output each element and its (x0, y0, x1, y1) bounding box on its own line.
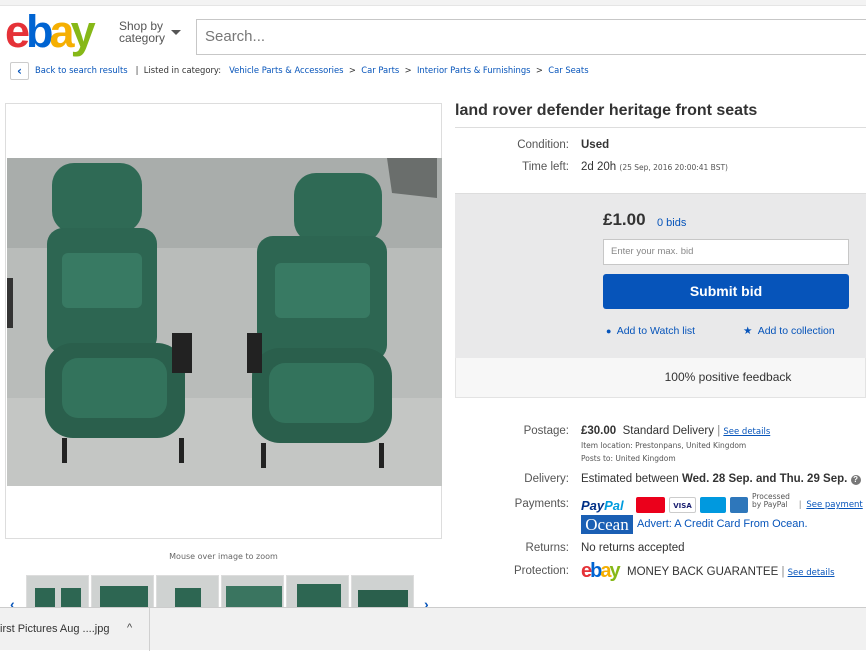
payments-label: Payments: (514, 498, 569, 510)
ebay-logo[interactable]: ebay (5, 9, 96, 54)
ocean-logo[interactable]: Ocean (581, 515, 633, 534)
submit-bid-button[interactable]: Submit bid (603, 274, 849, 309)
back-to-search-link[interactable]: Back to search results (35, 65, 128, 75)
processed-by-paypal: Processed by PayPal (752, 492, 790, 509)
amex-icon (730, 497, 748, 513)
postage-value: £30.00 Standard Delivery | See details (581, 425, 771, 437)
thumbnail[interactable] (221, 575, 284, 607)
breadcrumb-separator: > (404, 65, 412, 75)
listed-in-label: Listed in category: (143, 65, 222, 75)
seller-feedback: 100% positive feedback (664, 370, 792, 384)
protection-label: Protection: (514, 565, 569, 577)
breadcrumb-divider: | (135, 65, 139, 75)
posts-to: Posts to: United Kingdom (581, 454, 676, 463)
search-input[interactable]: Search... (196, 19, 866, 55)
condition-label: Condition: (517, 139, 569, 151)
returns-label: Returns: (525, 542, 569, 554)
thumbnail[interactable] (91, 575, 154, 607)
see-payment-wrap: | See payment (799, 499, 863, 510)
thumbnail[interactable] (26, 575, 89, 607)
see-payment-link[interactable]: See payment (806, 500, 862, 510)
see-details-link[interactable]: See details (723, 427, 770, 437)
money-back-guarantee: MONEY BACK GUARANTEE | See details (627, 566, 835, 578)
returns-value: No returns accepted (581, 542, 685, 554)
breadcrumb-item-car-parts[interactable]: Car Parts (361, 65, 399, 75)
eye-icon: ● (606, 326, 612, 336)
paypal-logo: PayPal (581, 498, 624, 513)
thumbnail[interactable] (156, 575, 219, 607)
delivery-label: Delivery: (524, 473, 569, 485)
main-image-frame[interactable] (5, 103, 442, 539)
back-arrow-icon[interactable]: ‹ (10, 61, 29, 80)
breadcrumb-separator: > (348, 65, 356, 75)
bid-count-link[interactable]: 0 bids (657, 217, 686, 229)
see-details-link-2[interactable]: See details (788, 568, 835, 578)
postage-label: Postage: (523, 425, 569, 437)
thumbnail[interactable] (351, 575, 414, 607)
mastercard-icon (636, 497, 665, 513)
max-bid-input[interactable]: Enter your max. bid (603, 239, 849, 265)
add-to-collection-link[interactable]: ★ Add to collection (743, 325, 835, 337)
breadcrumb-separator: > (535, 65, 543, 75)
star-icon: ★ (743, 325, 753, 337)
condition-value: Used (581, 139, 610, 151)
chevron-up-icon[interactable]: ^ (127, 622, 132, 634)
breadcrumb-item-car-seats[interactable]: Car Seats (548, 65, 588, 75)
item-location: Item location: Prestonpans, United Kingd… (581, 441, 747, 450)
product-photo[interactable] (7, 158, 442, 486)
time-left-value: 2d 20h (25 Sep, 2016 20:00:41 BST) (581, 161, 728, 173)
end-time: (25 Sep, 2016 20:00:41 BST) (619, 163, 728, 172)
help-icon[interactable]: ? (850, 475, 861, 485)
delivery-value: Estimated between Wed. 28 Sep. and Thu. … (581, 473, 861, 485)
current-price: £1.00 (603, 210, 646, 229)
thumbnail[interactable] (286, 575, 349, 607)
ocean-advert-link[interactable]: Advert: A Credit Card From Ocean. (637, 518, 808, 530)
download-bar: irst Pictures Aug ....jpg ^ (0, 607, 866, 651)
chevron-down-icon[interactable] (171, 30, 181, 35)
zoom-hint: Mouse over image to zoom (169, 552, 278, 561)
add-to-watch-list-link[interactable]: ● Add to Watch list (606, 325, 695, 337)
ebay-mbg-logo: ebay (581, 560, 621, 582)
thumbnail-strip (8, 575, 438, 607)
breadcrumb-item-interior-parts[interactable]: Interior Parts & Furnishings (417, 65, 531, 75)
breadcrumb: ‹ Back to search results | Listed in cate… (10, 61, 589, 80)
shop-by-category-button[interactable]: Shop by category (119, 20, 165, 44)
item-title: land rover defender heritage front seats (455, 100, 866, 128)
breadcrumb-item-vehicle-parts[interactable]: Vehicle Parts & Accessories (229, 65, 343, 75)
site-header: ebay Shop by category Search... (0, 6, 866, 58)
visa-icon: VISA (669, 497, 696, 513)
time-left-label: Time left: (522, 161, 569, 173)
maestro-icon (700, 497, 726, 513)
